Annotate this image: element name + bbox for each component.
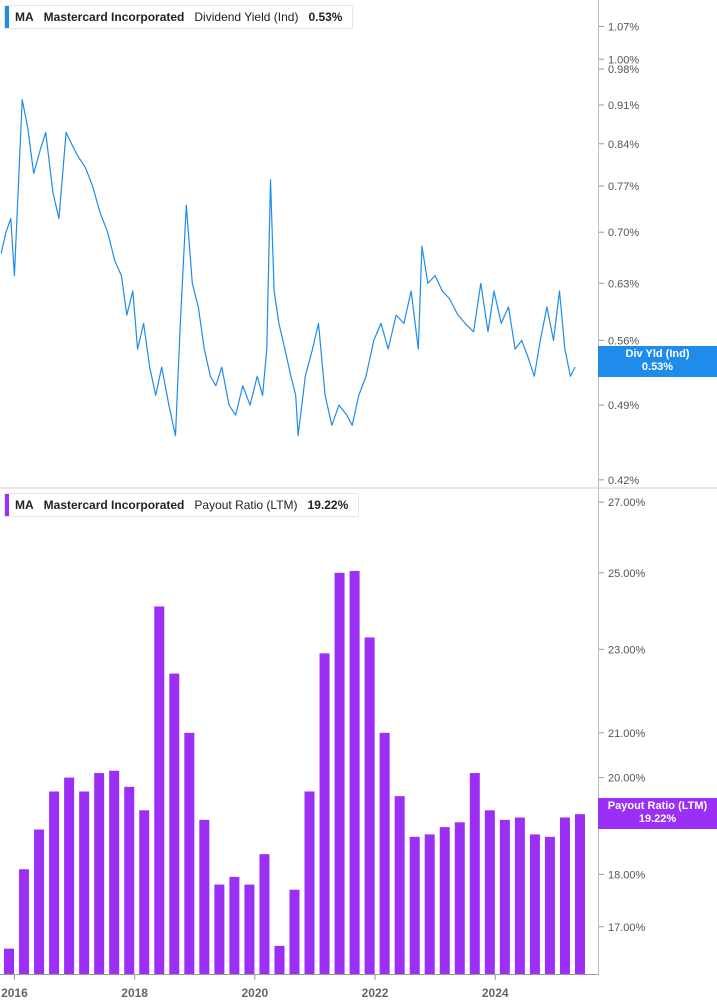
y-tick-label: 21.00%: [608, 728, 646, 740]
legend-value: 19.22%: [307, 498, 349, 512]
payout-bar: [19, 869, 30, 975]
legend-company: Mastercard Incorporated: [43, 498, 185, 512]
x-tick-label: 2020: [241, 986, 268, 1000]
payout-bar: [229, 876, 240, 975]
payout-bar: [214, 884, 225, 975]
legend-ticker: MA: [15, 10, 34, 24]
payout-bar: [424, 834, 435, 975]
legend-metric: Dividend Yield (Ind): [194, 10, 299, 24]
payout-bar: [514, 817, 525, 975]
payout-bar: [304, 791, 315, 975]
payout-bar: [379, 732, 390, 975]
payout-bar: [244, 884, 255, 975]
payout-bar: [199, 819, 210, 975]
x-axis: 2016 2018 2020 2022 2024: [1, 975, 509, 1000]
dividend-yield-line: [0, 99, 576, 437]
x-tick-label: 2024: [482, 986, 509, 1000]
payout-bar: [499, 819, 510, 975]
payout-bar: [289, 889, 300, 975]
payout-ratio-value-tag: Payout Ratio (LTM) 19.22%: [598, 798, 717, 829]
payout-bar: [79, 791, 90, 975]
y-tick-label: 0.84%: [608, 139, 639, 151]
payout-bar: [139, 810, 150, 975]
payout-bar: [49, 791, 60, 975]
legend-ticker: MA: [15, 498, 34, 512]
dividend-yield-legend: MA Mastercard Incorporated Dividend Yiel…: [4, 5, 354, 29]
payout-bar: [109, 770, 120, 975]
tag-value: 0.53%: [641, 361, 674, 373]
y-tick-label: 20.00%: [608, 773, 646, 785]
payout-bar: [529, 834, 540, 975]
payout-bar: [124, 786, 135, 975]
tag-label: Payout Ratio (LTM): [607, 800, 708, 812]
payout-bar: [169, 673, 180, 975]
payout-bar: [439, 827, 450, 975]
y-tick-label: 0.98%: [608, 64, 639, 76]
payout-bar: [319, 653, 330, 975]
legend-value: 0.53%: [308, 10, 343, 24]
tag-label: Div Yld (Ind): [625, 348, 690, 360]
payout-bar: [364, 637, 375, 975]
y-tick-label: 0.49%: [608, 400, 639, 412]
payout-bar: [484, 810, 495, 975]
payout-bar: [154, 606, 165, 975]
y-tick-label: 27.00%: [608, 497, 646, 509]
y-tick-label: 23.00%: [608, 644, 646, 656]
payout-bar: [454, 822, 465, 975]
dividend-yield-value-tag: Div Yld (Ind) 0.53%: [598, 346, 717, 377]
x-tick-label: 2018: [121, 986, 148, 1000]
legend-swatch: [5, 6, 9, 28]
payout-bar: [409, 836, 420, 975]
dividend-yield-panel: 1.07%1.00%0.98%0.91%0.84%0.77%0.70%0.63%…: [0, 21, 639, 487]
payout-bar: [394, 796, 405, 975]
x-tick-label: 2022: [362, 986, 389, 1000]
y-tick-label: 18.00%: [608, 869, 646, 881]
payout-bar: [334, 572, 345, 975]
y-tick-label: 0.63%: [608, 278, 639, 290]
payout-bar: [64, 777, 75, 975]
y-tick-label: 1.07%: [608, 21, 639, 33]
payout-ratio-legend: MA Mastercard Incorporated Payout Ratio …: [4, 493, 360, 517]
y-tick-label: 25.00%: [608, 568, 646, 580]
payout-bar: [574, 814, 585, 975]
payout-bar: [544, 836, 555, 975]
tag-value: 19.22%: [638, 813, 677, 825]
payout-bar: [34, 829, 45, 975]
payout-bar: [259, 854, 270, 975]
y-tick-label: 0.70%: [608, 227, 639, 239]
y-tick-label: 0.42%: [608, 475, 639, 487]
payout-bar: [94, 773, 105, 975]
legend-swatch: [5, 494, 9, 516]
payout-bar: [274, 945, 285, 975]
x-tick-label: 2016: [1, 986, 28, 1000]
payout-ratio-panel: 27.00%25.00%23.00%21.00%20.00%19.00%18.0…: [4, 497, 646, 975]
y-tick-label: 17.00%: [608, 922, 646, 934]
payout-bar: [559, 817, 570, 975]
legend-metric: Payout Ratio (LTM): [194, 498, 298, 512]
payout-bar: [469, 773, 480, 975]
y-tick-label: 0.77%: [608, 181, 639, 193]
payout-bar: [4, 948, 15, 975]
legend-company: Mastercard Incorporated: [43, 10, 185, 24]
payout-bar: [349, 570, 360, 975]
y-tick-label: 0.91%: [608, 100, 639, 112]
payout-bar: [184, 732, 195, 975]
